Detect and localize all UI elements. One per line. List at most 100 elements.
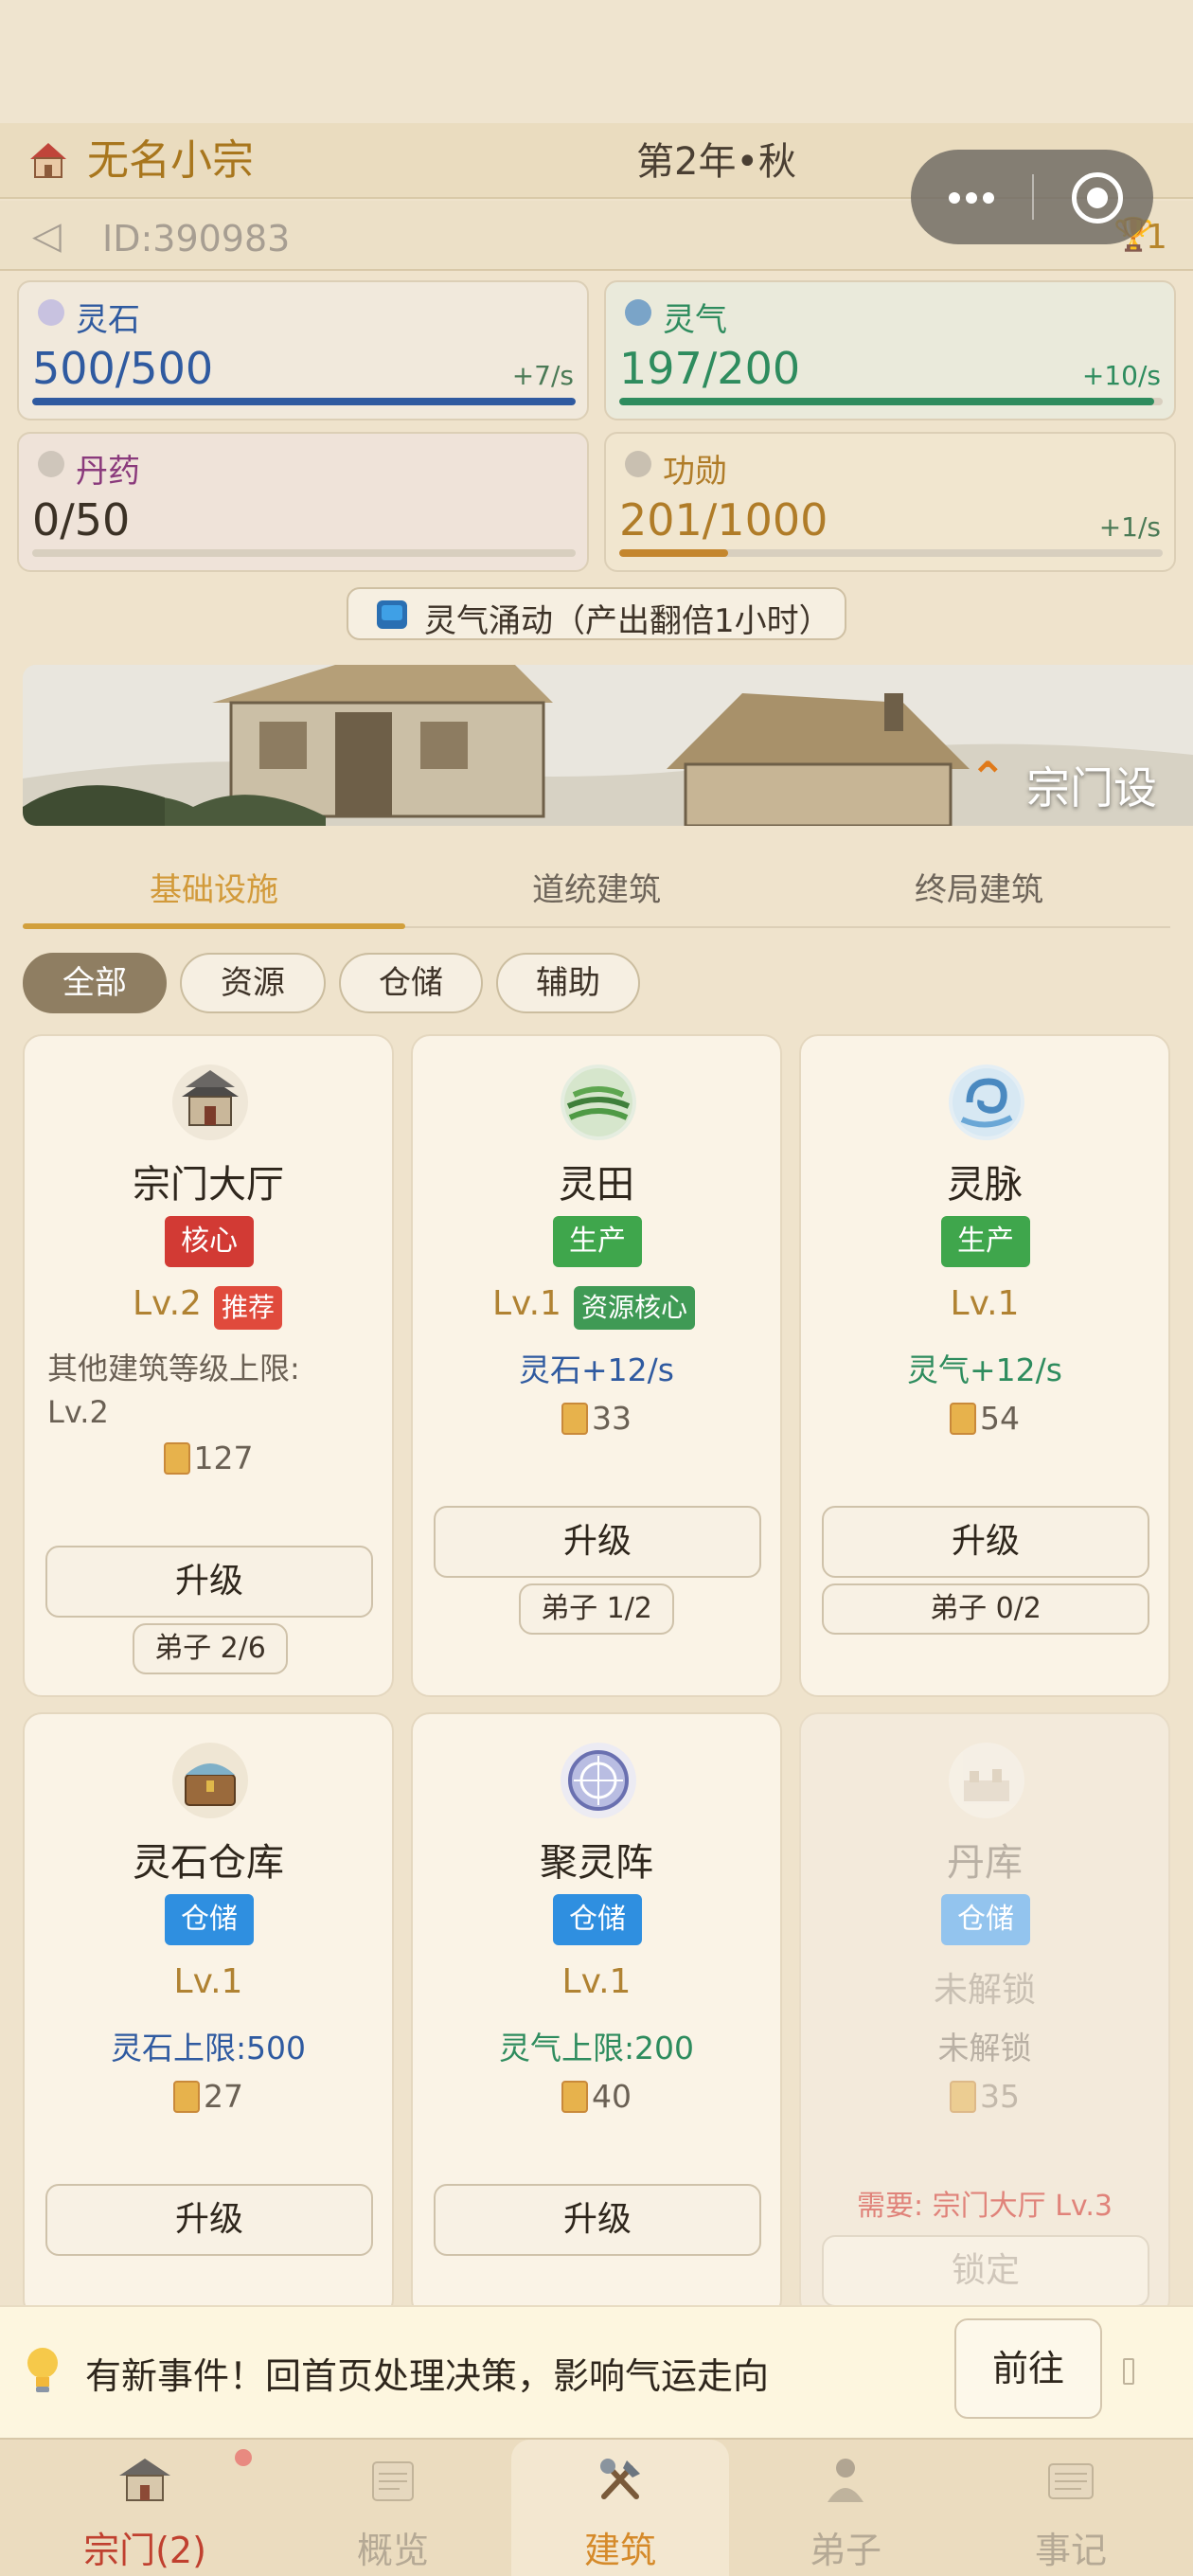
merit-scroll-icon — [625, 451, 651, 477]
goto-button[interactable]: 前往 — [954, 2318, 1102, 2419]
building-card-stone-warehouse[interactable]: 灵石仓库 仓储 Lv.1 灵石上限:500 27 升级 — [23, 1712, 394, 2318]
upgrade-cost: 127 — [25, 1440, 392, 1476]
nav-label: 概览 — [356, 2530, 429, 2571]
upgrade-button[interactable]: 升级 — [45, 1546, 373, 1618]
sect-hall-icon — [172, 1064, 248, 1140]
cost-value: 35 — [980, 2078, 1020, 2115]
resource-rate: +1/s — [1098, 511, 1161, 543]
resource-bar-fill — [619, 398, 1155, 405]
nav-label: 事记 — [1034, 2530, 1107, 2571]
more-dot-icon[interactable] — [966, 192, 977, 204]
notification-handle-icon[interactable] — [1123, 2358, 1134, 2385]
upgrade-cost: 35 — [801, 2078, 1168, 2115]
cost-value: 40 — [592, 2078, 632, 2115]
resource-bar-fill — [619, 549, 729, 557]
close-target-icon[interactable] — [1072, 172, 1123, 224]
nav-sect[interactable]: 宗门(2) — [36, 2440, 254, 2576]
miniprogram-capsule — [911, 150, 1153, 244]
building-effect: 其他建筑等级上限: Lv.2 — [47, 1347, 300, 1434]
sect-house-icon — [30, 143, 66, 178]
tab-lineage-buildings[interactable]: 道统建筑 — [405, 864, 788, 932]
resource-value: 201/1000 — [619, 494, 828, 546]
building-tag: 仓储 — [553, 1894, 642, 1945]
nav-disciples[interactable]: 弟子 — [737, 2440, 954, 2576]
resource-card-spirit-qi: 灵气 197/200 +10/s — [604, 280, 1176, 420]
filter-auxiliary[interactable]: 辅助 — [496, 953, 640, 1013]
building-tag: 生产 — [941, 1216, 1030, 1267]
building-card-spirit-vein[interactable]: 灵脉 生产 Lv.1 灵气+12/s 54 升级 弟子 0/2 — [799, 1034, 1170, 1697]
cost-value: 127 — [193, 1440, 254, 1476]
spirit-field-icon — [561, 1064, 636, 1140]
cost-value: 54 — [980, 1400, 1020, 1437]
building-effect: 灵气+12/s — [907, 1351, 1062, 1388]
trophy-count: 1 — [1146, 218, 1167, 257]
filter-resources[interactable]: 资源 — [180, 953, 326, 1013]
resource-value: 500/500 — [32, 343, 214, 394]
building-card-sect-hall[interactable]: 宗门大厅 核心 Lv.2 推荐 其他建筑等级上限: Lv.2 127 升级 弟子… — [23, 1034, 394, 1697]
scroll-cost-icon — [561, 1403, 588, 1435]
upgrade-button[interactable]: 升级 — [822, 1506, 1149, 1578]
effect-line: 其他建筑等级上限: — [47, 1351, 300, 1386]
building-tag: 仓储 — [941, 1894, 1030, 1945]
tab-basic-facilities[interactable]: 基础设施 — [23, 864, 405, 932]
banner-title: 宗门设施 — [1026, 762, 1157, 826]
tab-active-indicator — [23, 923, 405, 929]
nav-label: 建筑 — [583, 2530, 656, 2571]
resource-card-pills: 丹药 0/50 — [17, 432, 589, 572]
resource-core-badge: 资源核心 — [574, 1286, 696, 1330]
village-painting — [23, 665, 1193, 826]
upgrade-button[interactable]: 升级 — [45, 2184, 373, 2256]
sect-hall-icon — [119, 2459, 170, 2501]
scroll-cost-icon — [950, 2081, 976, 2113]
more-dot-icon[interactable] — [949, 192, 960, 204]
building-name: 灵脉 — [947, 1163, 1023, 1207]
capsule-divider — [1032, 174, 1034, 220]
notification-dot — [235, 2449, 252, 2466]
building-tag: 仓储 — [165, 1894, 254, 1945]
spirit-qi-swirl-icon — [625, 299, 651, 326]
building-name: 灵田 — [559, 1163, 634, 1207]
building-card-pill-storage[interactable]: 丹库 仓储 未解锁 未解锁 35 需要: 宗门大厅 Lv.3 锁定 — [799, 1712, 1170, 2318]
treasure-chest-icon — [172, 1743, 248, 1818]
building-effect: 灵石+12/s — [519, 1351, 674, 1388]
building-level: Lv.1 — [950, 1284, 1020, 1323]
resource-card-spirit-stone: 灵石 500/500 +7/s — [17, 280, 589, 420]
resource-name: 灵气 — [663, 301, 727, 339]
spirit-array-icon — [561, 1743, 636, 1818]
upgrade-button[interactable]: 升级 — [434, 1506, 761, 1578]
building-level: Lv.1 — [492, 1284, 561, 1323]
scroll-cost-icon — [950, 1403, 976, 1435]
upgrade-button[interactable]: 升级 — [434, 2184, 761, 2256]
locked-button: 锁定 — [822, 2235, 1149, 2307]
resource-card-merit: 功勋 201/1000 +1/s — [604, 432, 1176, 572]
disciple-icon — [828, 2459, 864, 2502]
building-card-spirit-field[interactable]: 灵田 生产 Lv.1 资源核心 灵石+12/s 33 升级 弟子 1/2 — [411, 1034, 782, 1697]
nav-buildings[interactable]: 建筑 — [511, 2440, 729, 2576]
scroll-cost-icon — [163, 1442, 190, 1475]
spirit-stone-icon — [38, 299, 64, 326]
resource-value: 0/50 — [32, 494, 131, 546]
back-arrow-icon[interactable]: ◁ — [32, 214, 62, 258]
resource-bar — [619, 549, 1163, 557]
disciple-slots[interactable]: 弟子 1/2 — [519, 1583, 674, 1635]
more-dot-icon[interactable] — [983, 192, 994, 204]
pill-gourd-icon — [38, 451, 64, 477]
disciple-slots[interactable]: 弟子 0/2 — [822, 1583, 1149, 1635]
resource-name: 丹药 — [76, 453, 140, 491]
building-effect: 灵石上限:500 — [110, 2030, 307, 2066]
building-name: 丹库 — [947, 1841, 1023, 1885]
filter-storage[interactable]: 仓储 — [339, 953, 483, 1013]
upgrade-cost: 27 — [25, 2078, 392, 2115]
chevron-up-icon: ⌃ — [970, 752, 1006, 803]
building-card-spirit-array[interactable]: 聚灵阵 仓储 Lv.1 灵气上限:200 40 升级 — [411, 1712, 782, 2318]
nav-records[interactable]: 事记 — [962, 2440, 1180, 2576]
unlock-requirement: 需要: 宗门大厅 Lv.3 — [857, 2190, 1113, 2223]
resource-rate: +7/s — [511, 360, 574, 391]
filter-all[interactable]: 全部 — [23, 953, 167, 1013]
building-level: 未解锁 — [933, 1971, 1036, 2010]
qi-surge-button[interactable]: 灵气涌动（产出翻倍1小时） — [347, 587, 846, 640]
disciple-slots[interactable]: 弟子 2/6 — [133, 1623, 288, 1674]
nav-overview[interactable]: 概览 — [284, 2440, 502, 2576]
tab-endgame-buildings[interactable]: 终局建筑 — [788, 864, 1170, 932]
scroll-cost-icon — [173, 2081, 200, 2113]
